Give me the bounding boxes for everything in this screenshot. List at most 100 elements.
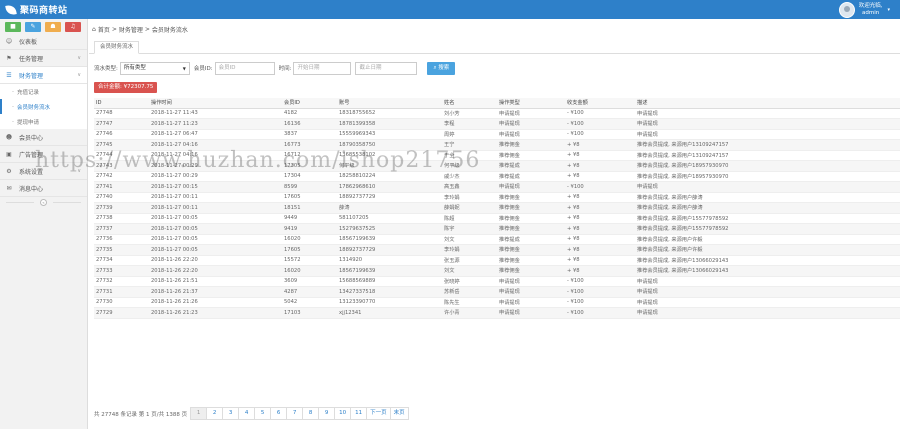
table-header-row: ID 操作时间 会员ID 账号 姓名 操作类型 收支金额 描述 <box>94 98 900 109</box>
page-button[interactable]: 3 <box>222 407 240 420</box>
table-cell: 18892737729 <box>337 192 442 203</box>
page-button[interactable]: 4 <box>238 407 256 420</box>
table-cell: 2018-11-26 22:20 <box>149 255 282 266</box>
table-row: 27740 2018-11-27 00:11 17605 18892737729 李玲娟… <box>94 192 900 203</box>
page-button[interactable]: 下一页 <box>366 407 391 420</box>
sidebar-item-tasks[interactable]: ⚑ 任务管理 ∨ <box>0 50 87 67</box>
sidebar-item-dashboard[interactable]: ☺ 仪表板 <box>0 33 87 50</box>
table-cell: 27733 <box>94 265 149 277</box>
sidebar-subitem-member-flow[interactable]: - 会员财务流水 <box>0 99 87 114</box>
table-cell: 推荐佣金 <box>497 202 565 214</box>
breadcrumb-finance[interactable]: 财务管理 <box>119 25 143 34</box>
shortcut-pencil-icon[interactable]: ✎ <box>25 22 41 32</box>
page-button[interactable]: 末页 <box>389 407 409 420</box>
column-header: 操作时间 <box>149 98 282 109</box>
table-cell: 推荐会员提成, 来源用户薛涛 <box>635 202 900 214</box>
table-cell: 薛涛 <box>337 202 442 214</box>
table-cell: 李玲娟 <box>442 244 497 256</box>
brand-logo[interactable]: 聚码商转站 <box>5 2 68 17</box>
table-row: 27748 2018-11-27 11:43 4182 18318755652 刘小芳申… <box>94 108 900 119</box>
member-id-input[interactable]: 会员ID <box>214 61 275 75</box>
table-cell: 推荐佣金 <box>497 192 565 203</box>
tab-member-flow[interactable]: 会员财务流水 <box>94 41 140 54</box>
gear-icon: ⚙ <box>6 167 12 175</box>
watermark: https://www.huzhan.com/ishop21756 <box>35 148 481 173</box>
page-button[interactable]: 9 <box>318 407 336 420</box>
table-row: 27732 2018-11-26 21:51 3609 15688569889 张晓婷申… <box>94 276 900 287</box>
sidebar-item-members[interactable]: ☻ 会员中心 <box>0 129 87 146</box>
sidebar-subitem-withdraw[interactable]: - 提现申请 <box>0 114 87 129</box>
table-cell: 李程 <box>442 118 497 130</box>
table-cell: + ¥8 <box>565 223 635 235</box>
page-button[interactable]: 7 <box>286 407 304 420</box>
sidebar-item-finance[interactable]: ☰ 财务管理 ∨ <box>0 67 87 84</box>
table-row: 27739 2018-11-27 00:11 18151 薛涛 薛娟妮 推荐佣金 + ¥8 推… <box>94 202 900 214</box>
end-date-input[interactable]: 截止日期 <box>355 61 418 75</box>
table-cell: 2018-11-26 21:37 <box>149 286 282 298</box>
page-button[interactable]: 10 <box>334 407 352 420</box>
dashboard-icon: ☺ <box>5 37 13 45</box>
table-cell: 高玉鑫 <box>442 181 497 193</box>
table-cell: - ¥100 <box>565 118 635 130</box>
table-cell: - ¥100 <box>565 297 635 308</box>
table-cell: 申请提现 <box>497 108 565 119</box>
flag-icon: ⚑ <box>6 54 12 62</box>
table-cell: 推荐会员提成, 来源用户薛涛 <box>635 192 900 203</box>
table-cell: 周婷 <box>442 129 497 140</box>
table-cell: 薛娟妮 <box>442 202 497 214</box>
table-cell: 27732 <box>94 276 149 287</box>
table-cell: + ¥8 <box>565 213 635 224</box>
page-button[interactable]: 2 <box>206 407 224 420</box>
page-button[interactable]: 6 <box>270 407 288 420</box>
shortcut-music-icon[interactable]: ♫ <box>65 22 81 32</box>
table-cell: - ¥100 <box>565 276 635 287</box>
table-cell: 推荐佣金 <box>497 255 565 266</box>
table-cell: 推荐佣金 <box>497 265 565 277</box>
type-label: 流水类型: <box>94 66 118 72</box>
table-cell: 张晓婷 <box>442 276 497 287</box>
table-cell: 2018-11-27 00:05 <box>149 244 282 256</box>
page-button[interactable]: 1 <box>190 407 208 420</box>
avatar <box>838 1 855 18</box>
table-cell: 9449 <box>282 213 337 224</box>
table-row: 27736 2018-11-27 00:05 16020 18567199639 刘文推… <box>94 234 900 245</box>
table-cell: 申请提现 <box>497 181 565 193</box>
type-select[interactable]: 所有类型 ▼ <box>119 61 190 75</box>
main-content: ⌂ 首页 > 财务管理 > 会员财务流水 会员财务流水 流水类型: 所有类型 ▼… <box>89 19 900 429</box>
table-cell: 18567199639 <box>337 234 442 245</box>
sidebar-item-messages[interactable]: ✉ 消息中心 <box>0 180 87 197</box>
start-date-input[interactable]: 开始日期 <box>293 61 352 75</box>
shortcut-stop-icon[interactable]: ■ <box>5 22 21 32</box>
table-cell: 2018-11-27 00:05 <box>149 234 282 245</box>
table-cell: 27737 <box>94 223 149 235</box>
page-button[interactable]: 11 <box>350 407 368 420</box>
table-cell: 推荐会员提成, 来源用户18957930970 <box>635 171 900 182</box>
table-cell: 13123390770 <box>337 297 442 308</box>
search-button[interactable]: ⌕ 搜索 <box>427 61 456 75</box>
user-menu[interactable]: 欢迎光临, admin ▾ <box>838 1 890 18</box>
sidebar-subitem-recharge[interactable]: - 充值记录 <box>0 84 87 99</box>
collapse-icon[interactable]: « <box>40 198 47 206</box>
table-row: 27730 2018-11-26 21:26 5042 13123390770 陈先生申… <box>94 297 900 308</box>
page-button[interactable]: 5 <box>254 407 272 420</box>
leaf-icon <box>5 3 17 16</box>
table-cell: 27739 <box>94 202 149 214</box>
table-cell: 581107205 <box>337 213 442 224</box>
table-row: 27733 2018-11-26 22:20 16020 18567199639 刘文推… <box>94 265 900 277</box>
table-cell: 15279637525 <box>337 223 442 235</box>
column-header: 收支金额 <box>565 98 635 109</box>
table-cell: 16020 <box>282 234 337 245</box>
time-label: 时间: <box>278 66 292 72</box>
table-row: 27738 2018-11-27 00:05 9449 581107205 陈超 推荐佣金… <box>94 213 900 224</box>
table-cell: 推荐佣金 <box>497 213 565 224</box>
table-cell: 苏新岳 <box>442 286 497 298</box>
table-cell: 18567199639 <box>337 265 442 277</box>
table-cell: 推荐会员提成, 来源用户许毅 <box>635 244 900 256</box>
page-button[interactable]: 8 <box>302 407 320 420</box>
breadcrumb-home[interactable]: 首页 <box>98 25 110 34</box>
shortcut-users-icon[interactable]: ☗ <box>45 22 61 32</box>
table-cell: 申请提现 <box>635 108 900 119</box>
column-header: 姓名 <box>442 98 497 109</box>
table-cell: 2018-11-27 00:05 <box>149 223 282 235</box>
list-icon: ☰ <box>6 71 12 79</box>
